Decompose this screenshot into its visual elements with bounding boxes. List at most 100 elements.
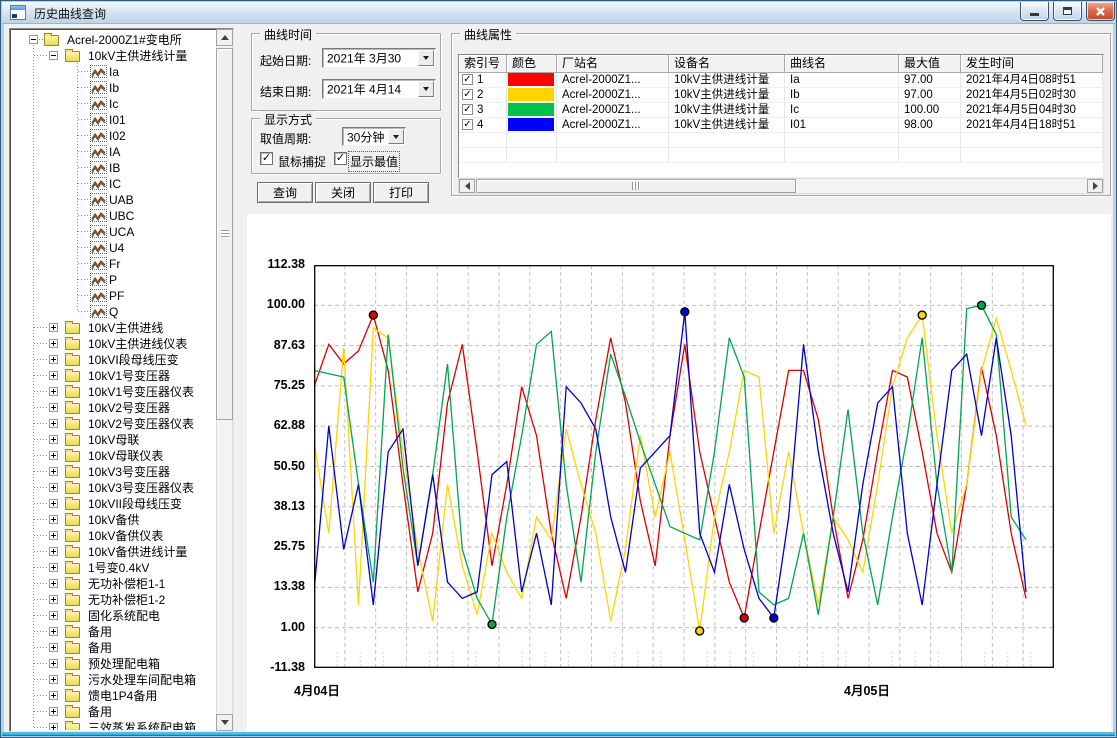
tree-expand-toggle[interactable] bbox=[49, 579, 58, 588]
tree-item[interactable]: 备用 bbox=[12, 704, 215, 720]
tree-item[interactable]: 10kV备供 bbox=[12, 512, 215, 528]
row-checkbox[interactable]: ✓ bbox=[462, 89, 473, 100]
show-extremes-checkbox[interactable]: ✓ bbox=[334, 152, 347, 165]
tree-expand-toggle[interactable] bbox=[49, 483, 58, 492]
table-cell[interactable]: ✓3 bbox=[459, 103, 507, 118]
tree-item[interactable]: UCA bbox=[12, 224, 215, 240]
tree-item[interactable]: 备用 bbox=[12, 624, 215, 640]
cell-device[interactable]: 10kV主供进线计量 bbox=[669, 88, 785, 103]
table-cell[interactable]: ✓1 bbox=[459, 73, 507, 88]
tree-expand-toggle[interactable] bbox=[49, 387, 58, 396]
table-header-0[interactable]: 索引号 bbox=[459, 55, 507, 73]
tree-item[interactable]: 10kV主供进线 bbox=[12, 320, 215, 336]
tree-item[interactable]: 10kVII段母线压变 bbox=[12, 496, 215, 512]
tree-item[interactable]: 备用 bbox=[12, 640, 215, 656]
tree-item[interactable]: Ia bbox=[12, 64, 215, 80]
table-header-1[interactable]: 颜色 bbox=[507, 55, 557, 73]
tree-expand-toggle[interactable] bbox=[29, 35, 38, 44]
cell-station[interactable]: Acrel-2000Z1... bbox=[557, 118, 669, 133]
tree-item[interactable]: 10kV主供进线仪表 bbox=[12, 336, 215, 352]
table-scroll-right-button[interactable] bbox=[1087, 179, 1103, 193]
tree-item[interactable]: 10kV3号变压器仪表 bbox=[12, 480, 215, 496]
title-bar[interactable]: 历史曲线查询 bbox=[2, 2, 1115, 24]
table-hscrollbar[interactable] bbox=[458, 178, 1104, 194]
tree-expand-toggle[interactable] bbox=[49, 675, 58, 684]
table-header-6[interactable]: 发生时间 bbox=[961, 55, 1103, 73]
tree-item[interactable]: 10kVI段母线压变 bbox=[12, 352, 215, 368]
tree-item[interactable]: PF bbox=[12, 288, 215, 304]
cell-max[interactable]: 98.00 bbox=[899, 118, 961, 133]
tree-expand-toggle[interactable] bbox=[49, 323, 58, 332]
tree-item[interactable]: 无功补偿柜1-1 bbox=[12, 576, 215, 592]
tree-expand-toggle[interactable] bbox=[49, 499, 58, 508]
tree-item[interactable]: P bbox=[12, 272, 215, 288]
tree-item[interactable]: 10kV备供进线计量 bbox=[12, 544, 215, 560]
tree-item[interactable]: 馈电1P4备用 bbox=[12, 688, 215, 704]
tree-item[interactable]: I01 bbox=[12, 112, 215, 128]
tree-expand-toggle[interactable] bbox=[49, 659, 58, 668]
cell-station[interactable]: Acrel-2000Z1... bbox=[557, 73, 669, 88]
curve-properties-table[interactable]: 索引号颜色厂站名设备名曲线名最大值发生时间✓1Acrel-2000Z1...10… bbox=[458, 54, 1104, 178]
tree-expand-toggle[interactable] bbox=[49, 419, 58, 428]
tree-item[interactable]: Ic bbox=[12, 96, 215, 112]
maximize-button[interactable] bbox=[1053, 2, 1082, 21]
cell-curve[interactable]: I01 bbox=[785, 118, 899, 133]
tree-item[interactable]: IB bbox=[12, 160, 215, 176]
tree-expand-toggle[interactable] bbox=[49, 611, 58, 620]
tree-item[interactable]: Q bbox=[12, 304, 215, 320]
cell-station[interactable]: Acrel-2000Z1... bbox=[557, 103, 669, 118]
tree-expand-toggle[interactable] bbox=[49, 627, 58, 636]
tree-item[interactable]: 固化系统配电 bbox=[12, 608, 215, 624]
tree-item[interactable]: 10kV备供仪表 bbox=[12, 528, 215, 544]
tree-item[interactable]: 10kV1号变压器 bbox=[12, 368, 215, 384]
print-button[interactable]: 打印 bbox=[373, 182, 429, 203]
start-date-select[interactable]: 2021年 3月30 bbox=[322, 48, 436, 68]
table-hscrollbar-thumb[interactable] bbox=[476, 179, 796, 193]
tree-expand-toggle[interactable] bbox=[49, 467, 58, 476]
table-cell[interactable] bbox=[507, 88, 557, 103]
cell-time[interactable]: 2021年4月5日04时30 bbox=[961, 103, 1103, 118]
cell-device[interactable]: 10kV主供进线计量 bbox=[669, 103, 785, 118]
tree-expand-toggle[interactable] bbox=[49, 723, 58, 730]
tree-item[interactable]: IA bbox=[12, 144, 215, 160]
cell-time[interactable]: 2021年4月4日18时51 bbox=[961, 118, 1103, 133]
tree-expand-toggle[interactable] bbox=[49, 691, 58, 700]
tree-expand-toggle[interactable] bbox=[49, 355, 58, 364]
tree-item[interactable]: U4 bbox=[12, 240, 215, 256]
cell-max[interactable]: 97.00 bbox=[899, 88, 961, 103]
tree-expand-toggle[interactable] bbox=[49, 547, 58, 556]
table-scroll-left-button[interactable] bbox=[459, 179, 475, 193]
cell-max[interactable]: 97.00 bbox=[899, 73, 961, 88]
tree-item[interactable]: 1号变0.4kV bbox=[12, 560, 215, 576]
table-cell[interactable] bbox=[507, 73, 557, 88]
tree-item[interactable]: IC bbox=[12, 176, 215, 192]
mouse-capture-checkbox[interactable]: ✓ bbox=[260, 152, 273, 165]
cell-curve[interactable]: Ia bbox=[785, 73, 899, 88]
table-header-5[interactable]: 最大值 bbox=[899, 55, 961, 73]
tree-item[interactable]: 10kV2号变压器 bbox=[12, 400, 215, 416]
tree-expand-toggle[interactable] bbox=[49, 51, 58, 60]
cell-device[interactable]: 10kV主供进线计量 bbox=[669, 73, 785, 88]
dropdown-button[interactable] bbox=[418, 81, 434, 97]
tree-item[interactable]: I02 bbox=[12, 128, 215, 144]
tree-item[interactable]: UBC bbox=[12, 208, 215, 224]
tree-expand-toggle[interactable] bbox=[49, 515, 58, 524]
tree-item[interactable]: 10kV3号变压器 bbox=[12, 464, 215, 480]
mouse-capture-label[interactable]: 鼠标捕捉 bbox=[278, 153, 326, 170]
query-button[interactable]: 查询 bbox=[257, 182, 313, 203]
close-action-button[interactable]: 关闭 bbox=[315, 182, 371, 203]
curve-chart[interactable] bbox=[314, 265, 1054, 668]
tree-expand-toggle[interactable] bbox=[49, 451, 58, 460]
tree-expand-toggle[interactable] bbox=[49, 531, 58, 540]
tree-expand-toggle[interactable] bbox=[49, 595, 58, 604]
tree-expand-toggle[interactable] bbox=[49, 403, 58, 412]
tree-scroll-down-button[interactable] bbox=[216, 714, 233, 731]
tree-item[interactable]: 10kV2号变压器仪表 bbox=[12, 416, 215, 432]
end-date-select[interactable]: 2021年 4月14 bbox=[322, 79, 436, 99]
row-checkbox[interactable]: ✓ bbox=[462, 104, 473, 115]
tree-scrollbar-thumb[interactable] bbox=[216, 48, 233, 420]
tree-item[interactable]: 10kV母联 bbox=[12, 432, 215, 448]
table-header-2[interactable]: 厂站名 bbox=[557, 55, 669, 73]
cell-station[interactable]: Acrel-2000Z1... bbox=[557, 88, 669, 103]
table-header-3[interactable]: 设备名 bbox=[669, 55, 785, 73]
